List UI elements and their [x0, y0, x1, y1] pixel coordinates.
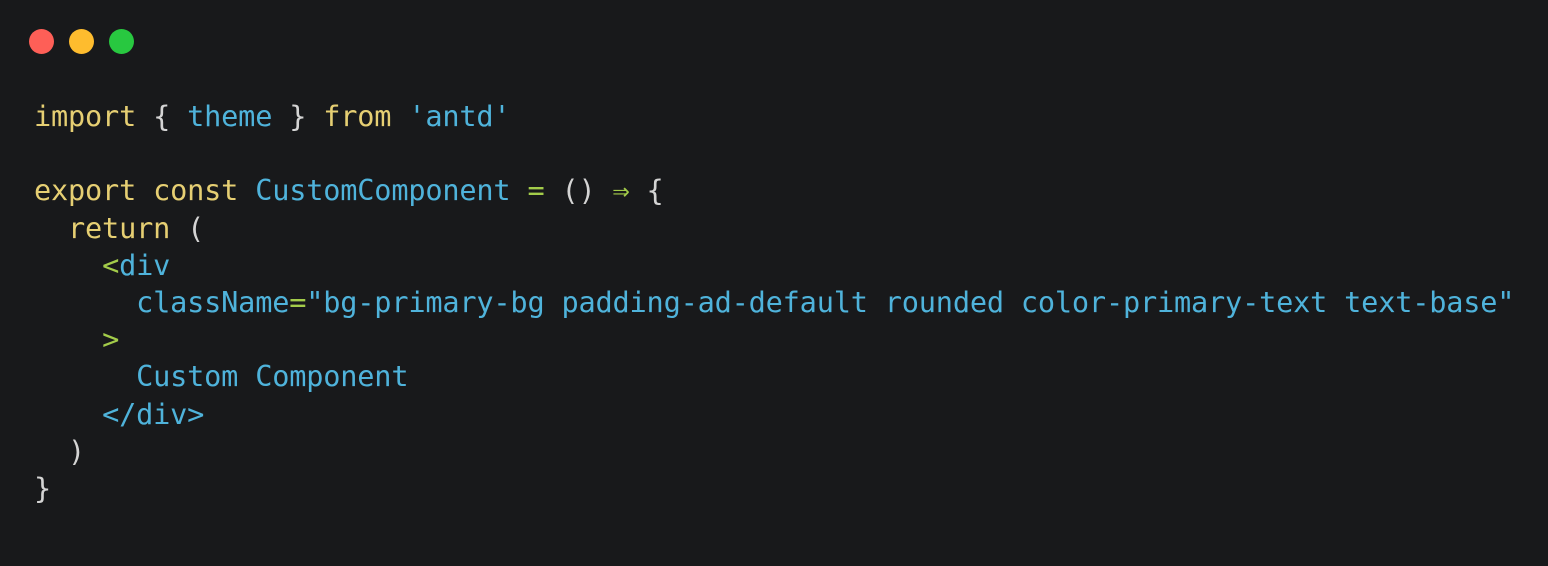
code-token: CustomComponent: [255, 173, 511, 208]
code-line: >: [34, 321, 1514, 358]
code-token: {: [136, 99, 188, 133]
code-token: 'antd': [408, 99, 511, 133]
code-token: className: [136, 284, 290, 319]
code-token: export: [34, 173, 137, 208]
code-token: "bg-primary-bg padding-ad-default rounde…: [306, 284, 1515, 319]
code-token: Custom Component: [136, 359, 409, 394]
code-token: =: [527, 173, 545, 208]
code-line: return (: [34, 210, 1514, 247]
code-token: }: [272, 99, 324, 133]
code-line: Custom Component: [34, 358, 1514, 395]
minimize-button[interactable]: [69, 29, 94, 54]
code-token: (: [170, 210, 205, 245]
code-line: <div: [34, 247, 1514, 284]
code-line: }: [34, 470, 1514, 507]
code-token: ): [34, 433, 86, 468]
code-line: className="bg-primary-bg padding-ad-defa…: [34, 284, 1514, 321]
code-token: return: [68, 210, 171, 245]
code-token: {: [629, 173, 664, 208]
maximize-button[interactable]: [109, 29, 134, 54]
code-block: import { theme } from 'antd' export const…: [34, 98, 1515, 507]
code-token: <: [102, 247, 120, 282]
code-token: import: [34, 99, 137, 133]
code-token: const: [153, 173, 239, 208]
code-token: =: [289, 284, 307, 319]
code-line: export const CustomComponent = () ⇒ {: [34, 172, 1514, 209]
code-line: import { theme } from 'antd': [34, 98, 1514, 135]
code-token: (): [544, 173, 613, 208]
code-token: theme: [187, 99, 273, 133]
code-token: >: [102, 322, 120, 357]
code-token: </div>: [102, 396, 205, 431]
code-token: from: [323, 99, 392, 133]
close-button[interactable]: [29, 29, 54, 54]
code-token: div: [119, 247, 171, 282]
code-line: </div>: [34, 396, 1514, 433]
code-token: }: [34, 470, 52, 505]
code-token: ⇒: [612, 173, 630, 208]
window-controls: [29, 29, 134, 54]
code-line: ): [34, 433, 1514, 470]
